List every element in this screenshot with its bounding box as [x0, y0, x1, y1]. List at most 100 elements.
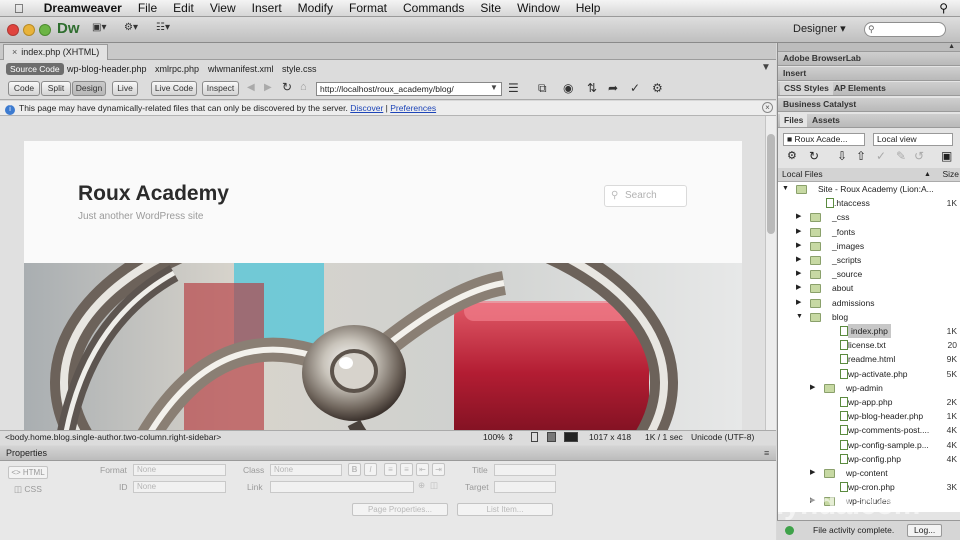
address-dropdown-icon[interactable]: ▼ [490, 83, 498, 92]
indent-icon[interactable]: ⇥ [432, 463, 445, 476]
validate-icon[interactable]: ✓ [630, 81, 640, 95]
home-icon[interactable]: ⌂ [300, 81, 307, 93]
tab-ap-elements[interactable]: AP Elements [830, 82, 890, 95]
bold-button[interactable]: B [348, 463, 361, 476]
tree-folder--fonts[interactable]: ▶ _fonts [778, 225, 960, 239]
desktop-size-icon[interactable] [564, 432, 578, 442]
tree-file-index-php[interactable]: index.php 1K [778, 324, 960, 338]
close-icon[interactable]: × [12, 47, 17, 57]
view-select[interactable]: Local view [873, 133, 953, 146]
filter-icon[interactable]: ▼ [761, 62, 771, 73]
properties-header[interactable]: Properties ≡ [0, 446, 776, 461]
title-input[interactable] [494, 464, 556, 476]
preview-browser-icon[interactable]: ◉ [563, 81, 573, 95]
refresh-icon[interactable]: ↻ [282, 80, 292, 94]
related-file-wp-blog-header[interactable]: wp-blog-header.php [67, 64, 147, 74]
design-view-scrollbar[interactable] [765, 116, 776, 431]
refresh-design-icon[interactable]: ⇅ [587, 81, 597, 95]
related-file-xmlrpc[interactable]: xmlrpc.php [155, 64, 199, 74]
column-local-files[interactable]: Local Files [782, 168, 823, 181]
tree-folder--scripts[interactable]: ▶ _scripts [778, 253, 960, 267]
zoom-window-button[interactable] [39, 24, 51, 36]
italic-button[interactable]: I [364, 463, 377, 476]
tree-folder-blog[interactable]: ▼ blog [778, 310, 960, 324]
minimize-window-button[interactable] [23, 24, 35, 36]
menu-site[interactable]: Site [472, 1, 509, 15]
dock-top-bar[interactable]: ▲ [778, 43, 960, 52]
tab-index-php[interactable]: × index.php (XHTML) [3, 44, 109, 60]
get-files-icon[interactable]: ⇩ [837, 149, 847, 163]
tree-file-readme-html[interactable]: readme.html 9K [778, 352, 960, 366]
css-mode-button[interactable]: ◫ CSS [14, 484, 42, 495]
expand-triangle-icon[interactable]: ▶ [796, 281, 801, 295]
preferences-link[interactable]: Preferences [390, 103, 436, 113]
related-file-style-css[interactable]: style.css [282, 64, 317, 74]
expand-triangle-icon[interactable]: ▶ [796, 267, 801, 281]
tree-file-license-txt[interactable]: license.txt 20 [778, 338, 960, 352]
tree-folder-wp-content[interactable]: ▶ wp-content [778, 466, 960, 480]
code-view-button[interactable]: Code [8, 81, 40, 96]
menu-insert[interactable]: Insert [244, 1, 290, 15]
tree-folder--images[interactable]: ▶ _images [778, 239, 960, 253]
site-select[interactable]: ■ Roux Acade... [783, 133, 865, 146]
class-select[interactable]: None [270, 464, 342, 476]
close-info-icon[interactable]: × [762, 102, 773, 113]
tab-css-styles[interactable]: CSS Styles [780, 82, 833, 95]
tree-file-wp-config-php[interactable]: wp-config.php 4K [778, 452, 960, 466]
live-view-button[interactable]: Live [112, 81, 138, 96]
connect-icon[interactable]: ⚙ [787, 149, 797, 162]
collapse-triangle-icon[interactable]: ▼ [782, 182, 789, 196]
scroll-thumb[interactable] [767, 134, 775, 234]
list-item-button[interactable]: List Item... [457, 503, 553, 516]
tree-file-wp-app-php[interactable]: wp-app.php 2K [778, 395, 960, 409]
discover-link[interactable]: Discover [350, 103, 383, 113]
check-in-icon[interactable]: ✎ [896, 149, 906, 163]
menu-help[interactable]: Help [568, 1, 609, 15]
tree-folder--css[interactable]: ▶ _css [778, 210, 960, 224]
menu-edit[interactable]: Edit [165, 1, 202, 15]
id-select[interactable]: None [133, 481, 226, 493]
inspect-button[interactable]: Inspect [202, 81, 239, 96]
mobile-size-icon[interactable] [531, 432, 538, 442]
layout-menu-icon[interactable]: ▣▾ [92, 22, 106, 38]
panel-insert[interactable]: Insert [778, 67, 960, 81]
multiscreen-icon[interactable]: ⧉ [538, 81, 547, 96]
back-arrow-icon[interactable]: ◀ [247, 82, 255, 93]
link-input[interactable] [270, 481, 414, 493]
window-size[interactable]: 1017 x 418 [589, 431, 631, 444]
put-files-icon[interactable]: ⇧ [856, 149, 866, 163]
help-search-input[interactable]: ⚲ [864, 22, 946, 37]
forward-arrow-icon[interactable]: ▶ [264, 82, 272, 93]
page-properties-button[interactable]: Page Properties... [352, 503, 448, 516]
column-size[interactable]: Size [942, 168, 959, 181]
menu-commands[interactable]: Commands [395, 1, 472, 15]
expand-triangle-icon[interactable]: ▶ [796, 210, 801, 224]
zoom-select[interactable]: 100% ⇕ [483, 431, 514, 444]
extend-gear-icon[interactable]: ⚙▾ [124, 22, 138, 38]
split-view-button[interactable]: Split [41, 81, 71, 96]
file-management-icon[interactable]: ☰ [508, 81, 519, 95]
spotlight-icon[interactable]: ⚲ [931, 1, 960, 15]
tree-folder-wp-admin[interactable]: ▶ wp-admin [778, 381, 960, 395]
check-out-icon[interactable]: ✓ [876, 149, 886, 163]
expand-triangle-icon[interactable]: ▶ [810, 381, 815, 395]
tag-selector[interactable]: <body.home.blog.single-author.two-column… [5, 431, 221, 444]
tab-files[interactable]: Files [780, 114, 808, 127]
visual-aids-icon[interactable]: ➦ [608, 81, 618, 95]
expand-triangle-icon[interactable]: ▶ [796, 253, 801, 267]
live-code-button[interactable]: Live Code [151, 81, 197, 96]
menu-format[interactable]: Format [341, 1, 395, 15]
expand-triangle-icon[interactable]: ▶ [796, 225, 801, 239]
tree-file-wp-config-sample-p-[interactable]: wp-config-sample.p... 4K [778, 438, 960, 452]
tree-file-wp-activate-php[interactable]: wp-activate.php 5K [778, 367, 960, 381]
workspace-switcher[interactable]: Designer ▾ [793, 22, 846, 35]
refresh-icon[interactable]: ↻ [809, 149, 819, 163]
panel-browserlab[interactable]: Adobe BrowserLab [778, 52, 960, 66]
expand-panel-icon[interactable]: ▣ [941, 149, 952, 163]
check-browser-icon[interactable]: ⚙ [652, 81, 663, 95]
close-window-button[interactable] [7, 24, 19, 36]
tablet-size-icon[interactable] [547, 432, 556, 442]
page-search-input[interactable]: ⚲ Search [604, 185, 687, 207]
site-menu-icon[interactable]: ☷▾ [156, 22, 170, 38]
sync-icon[interactable]: ↺ [914, 149, 924, 163]
